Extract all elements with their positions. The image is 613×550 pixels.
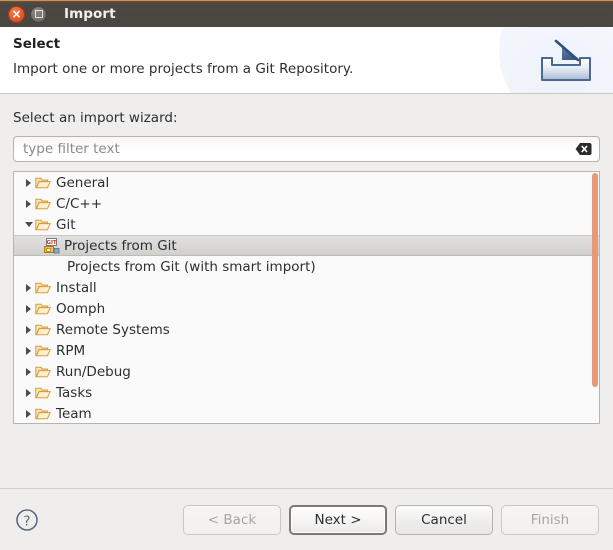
tree-item-label: Oomph	[56, 300, 106, 317]
chevron-down-icon[interactable]	[22, 222, 35, 227]
folder-icon	[35, 323, 53, 337]
wizard-header: Select Import one or more projects from …	[0, 27, 613, 94]
chevron-right-icon[interactable]	[22, 283, 35, 292]
svg-text:GIT: GIT	[46, 240, 56, 246]
folder-icon	[35, 281, 53, 295]
dialog-body: Select an import wizard: General	[0, 94, 613, 489]
tree-item-label: Run/Debug	[56, 363, 131, 380]
tree-item-tasks[interactable]: Tasks	[14, 382, 599, 403]
back-button[interactable]: < Back	[183, 504, 281, 535]
tree-item-projects-from-git[interactable]: GIT Projects from Git	[14, 235, 599, 256]
tree-item-team[interactable]: Team	[14, 403, 599, 423]
folder-icon	[35, 197, 53, 211]
tree-item-projects-from-git-smart-import[interactable]: Projects from Git (with smart import)	[14, 256, 599, 277]
chevron-right-icon[interactable]	[22, 199, 35, 208]
page-title: Select	[13, 36, 61, 52]
tree-item-oomph[interactable]: Oomph	[14, 298, 599, 319]
finish-button[interactable]: Finish	[501, 504, 599, 535]
tree-item-remote-systems[interactable]: Remote Systems	[14, 319, 599, 340]
svg-text:?: ?	[23, 513, 30, 529]
git-project-icon: GIT	[43, 237, 61, 254]
import-dialog: Import Select Import one or more project…	[0, 0, 613, 550]
window-titlebar: Import	[0, 0, 613, 27]
tree-item-general[interactable]: General	[14, 172, 599, 193]
tree-scrollbar[interactable]	[592, 173, 598, 387]
clear-icon[interactable]	[575, 143, 592, 156]
tree-item-rpm[interactable]: RPM	[14, 340, 599, 361]
tree-item-label: RPM	[56, 342, 86, 359]
tree-item-label: General	[56, 174, 110, 191]
tree-rows: General C/C++ Git GIT Projects from Git …	[14, 172, 599, 423]
tree-item-run-debug[interactable]: Run/Debug	[14, 361, 599, 382]
import-wizard-tree[interactable]: General C/C++ Git GIT Projects from Git …	[13, 171, 600, 424]
import-wizard-icon	[537, 38, 595, 86]
chevron-right-icon[interactable]	[22, 325, 35, 334]
chevron-right-icon[interactable]	[22, 409, 35, 418]
folder-icon	[35, 218, 53, 232]
tree-item-label: Projects from Git (with smart import)	[67, 258, 316, 275]
filter-field[interactable]	[13, 136, 600, 162]
chevron-right-icon[interactable]	[22, 178, 35, 187]
tree-item-label: Install	[56, 279, 97, 296]
dialog-footer: ? < Back Next > Cancel Finish	[0, 489, 613, 550]
tree-item-label: Git	[56, 216, 76, 233]
next-button[interactable]: Next >	[289, 504, 387, 535]
folder-icon	[35, 407, 53, 421]
folder-icon	[35, 386, 53, 400]
window-title: Import	[64, 6, 116, 22]
tree-item-install[interactable]: Install	[14, 277, 599, 298]
folder-icon	[35, 176, 53, 190]
page-description: Import one or more projects from a Git R…	[13, 61, 354, 77]
help-icon[interactable]: ?	[14, 507, 40, 533]
chevron-right-icon[interactable]	[22, 388, 35, 397]
chevron-right-icon[interactable]	[22, 346, 35, 355]
folder-icon	[35, 365, 53, 379]
search-input[interactable]	[14, 137, 599, 161]
wizard-label: Select an import wizard:	[13, 110, 178, 126]
tree-item-cpp[interactable]: C/C++	[14, 193, 599, 214]
chevron-right-icon[interactable]	[22, 304, 35, 313]
tree-item-label: Remote Systems	[56, 321, 170, 338]
chevron-right-icon[interactable]	[22, 367, 35, 376]
dialog-button-group: < Back Next > Cancel Finish	[183, 504, 599, 535]
tree-item-label: Projects from Git	[64, 237, 177, 254]
maximize-icon[interactable]	[30, 5, 47, 23]
tree-item-label: Team	[56, 405, 92, 422]
folder-icon	[35, 302, 53, 316]
tree-item-label: Tasks	[56, 384, 93, 401]
tree-item-label: C/C++	[56, 195, 103, 212]
tree-item-git[interactable]: Git	[14, 214, 599, 235]
folder-icon	[35, 344, 53, 358]
cancel-button[interactable]: Cancel	[395, 504, 493, 535]
close-icon[interactable]	[8, 5, 25, 23]
